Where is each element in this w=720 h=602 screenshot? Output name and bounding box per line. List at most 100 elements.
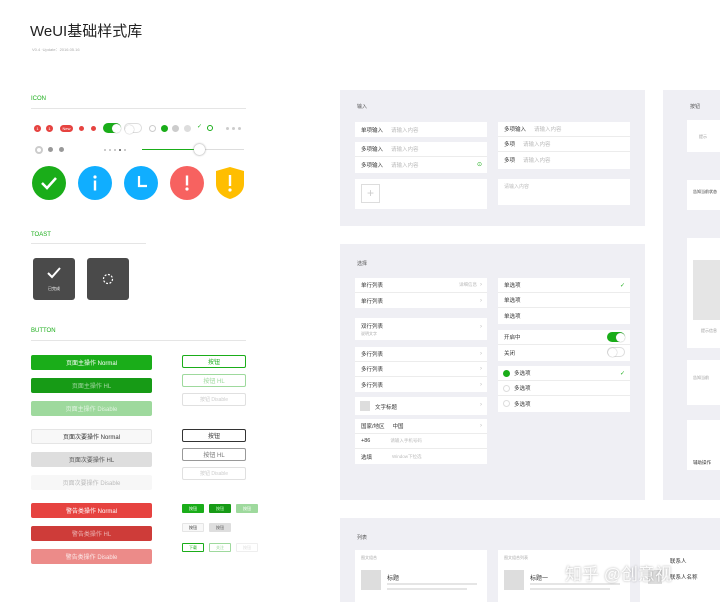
switch-off: [607, 347, 625, 357]
warn-icon: [170, 166, 204, 200]
mini-button: 按钮: [236, 543, 258, 552]
thumbnail: [504, 570, 524, 590]
dot-icon: [59, 147, 64, 152]
primary-button-hl[interactable]: 页面主操作 HL: [31, 378, 152, 393]
msg-card: 提示信息: [687, 238, 720, 348]
info-icon: [78, 166, 112, 200]
shield-warn-icon: [215, 166, 245, 205]
mini-button[interactable]: 按钮: [209, 504, 231, 513]
thumbnail: [360, 401, 370, 411]
badge-dot: 1: [34, 125, 41, 132]
toast-loading: [87, 258, 129, 300]
radio-icon: [149, 125, 156, 132]
right-panel: 按钮 提示 告知当前状态 提示信息 告知当前 辅助操作: [663, 90, 720, 500]
radio-group[interactable]: 单选项 ✓ 单选项 单选项: [498, 278, 630, 324]
page-dot-icon: [114, 149, 116, 151]
mini-button[interactable]: 按钮: [209, 523, 231, 532]
plain-green-button-hl[interactable]: 按钮 HL: [182, 374, 246, 387]
input-panel: 输入 单项输入 请输入内容 多项输入 请输入内容 多项输入 请输入内容 ⊙ + 多项输入…: [340, 90, 645, 226]
mini-button[interactable]: 按钮: [236, 504, 258, 513]
red-dot-icon: [91, 126, 96, 131]
button-section-title: BUTTON: [31, 328, 56, 334]
panel-title: 输入: [357, 104, 368, 110]
toast-success: 已完成: [33, 258, 75, 300]
success-icon: [32, 166, 66, 200]
slider-handle[interactable]: [194, 144, 205, 155]
watermark: 知乎 @创意视: [565, 565, 672, 584]
input-row[interactable]: 单项输入 请输入内容: [355, 122, 487, 137]
badge-dot: 1: [46, 125, 53, 132]
mini-download-button[interactable]: 下载: [182, 543, 204, 552]
media-card[interactable]: 图文组合 标题: [355, 550, 487, 602]
plain-default-button-disabled: 按钮 Disable: [182, 467, 246, 480]
select-panel: 选择 单行列表 详细信息 › 单行列表 › 双行列表 说明文字 › 多行列表 › 多行列…: [340, 244, 645, 500]
page-title: WeUI基础样式库: [30, 23, 143, 40]
mini-button[interactable]: 按钮: [182, 523, 204, 532]
switch-on: [607, 332, 625, 342]
divider: [31, 243, 146, 244]
msg-card: 提示: [687, 120, 720, 152]
textarea[interactable]: 请输入内容: [498, 179, 630, 205]
divider: [31, 108, 246, 109]
page-dot-icon: [104, 149, 106, 151]
cell-double[interactable]: 双行列表 说明文字 ›: [355, 318, 487, 340]
image-upload-area[interactable]: +: [355, 179, 487, 209]
loading-icon: [35, 146, 43, 154]
circle-icon: [172, 125, 179, 132]
divider: [31, 340, 246, 341]
warn-button-hl[interactable]: 警告类操作 HL: [31, 526, 152, 541]
toast-section-title: TOAST: [31, 232, 51, 238]
form-group[interactable]: 国家/地区 中国 › +86 请输入手机号码 选填 Window下拉选: [355, 419, 487, 464]
red-dot-icon: [79, 126, 84, 131]
cell-with-image[interactable]: 文字标题 ›: [355, 397, 487, 415]
primary-button-disabled: 页面主操作 Disable: [31, 401, 152, 416]
add-icon: +: [361, 184, 380, 203]
input-group[interactable]: 多项输入 请输入内容 多项 请输入内容 多项 请输入内容: [498, 122, 630, 169]
slider-track-filled: [142, 149, 198, 150]
warn-button-disabled: 警告类操作 Disable: [31, 549, 152, 564]
dot-icon: [48, 147, 53, 152]
plain-default-button-hl[interactable]: 按钮 HL: [182, 448, 246, 461]
checkbox-group[interactable]: 多选项 ✓ 多选项 多选项: [498, 366, 630, 412]
primary-button[interactable]: 页面主操作 Normal: [31, 355, 152, 370]
badge-new: New: [60, 125, 73, 132]
thumbnail: [361, 570, 381, 590]
dot-icon: [238, 127, 241, 130]
msg-card: 辅助操作: [687, 420, 720, 470]
cell-group[interactable]: 单行列表 详细信息 › 单行列表 ›: [355, 278, 487, 308]
cell-group[interactable]: 多行列表 › 多行列表 › 多行列表 ›: [355, 347, 487, 392]
page-dot-icon: [109, 149, 111, 151]
panel-title: 选择: [357, 261, 368, 267]
circle-icon: [184, 125, 191, 132]
check-icon: ✓: [197, 124, 203, 130]
mini-follow-button[interactable]: 关注: [209, 543, 231, 552]
switch-group[interactable]: 开启中 关闭: [498, 330, 630, 361]
switch-on-icon: [103, 123, 121, 133]
warn-button[interactable]: 警告类操作 Normal: [31, 503, 152, 518]
page-subtitle: V0.4 ·Update：2016.05.16: [32, 47, 80, 52]
secondary-button[interactable]: 页面次要操作 Normal: [31, 429, 152, 444]
mini-button[interactable]: 按钮: [182, 504, 204, 513]
panel-title: 按钮: [690, 104, 701, 110]
waiting-icon: [124, 166, 158, 200]
secondary-button-hl[interactable]: 页面次要操作 HL: [31, 452, 152, 467]
check-circle-icon: ⊙: [476, 162, 482, 168]
page-dot-icon: [124, 149, 126, 151]
switch-off-icon: [124, 123, 142, 134]
page-dot-icon: [119, 149, 121, 151]
check-circle-icon: [161, 125, 168, 132]
secondary-button-disabled: 页面次要操作 Disable: [31, 475, 152, 490]
dot-icon: [226, 127, 229, 130]
plain-default-button[interactable]: 按钮: [182, 429, 246, 442]
input-group[interactable]: 多项输入 请输入内容 多项输入 请输入内容 ⊙: [355, 142, 487, 173]
panel-title: 列表: [357, 535, 368, 541]
plain-green-button-disabled: 按钮 Disable: [182, 393, 246, 406]
circle-outline-icon: [207, 125, 213, 131]
toast-label: 已完成: [48, 286, 60, 291]
check-icon: ✓: [619, 282, 625, 289]
msg-card: 告知当前: [687, 360, 720, 405]
msg-card: 告知当前状态: [687, 180, 720, 210]
plain-green-button[interactable]: 按钮: [182, 355, 246, 368]
icon-section-title: ICON: [31, 96, 46, 102]
dot-icon: [232, 127, 235, 130]
